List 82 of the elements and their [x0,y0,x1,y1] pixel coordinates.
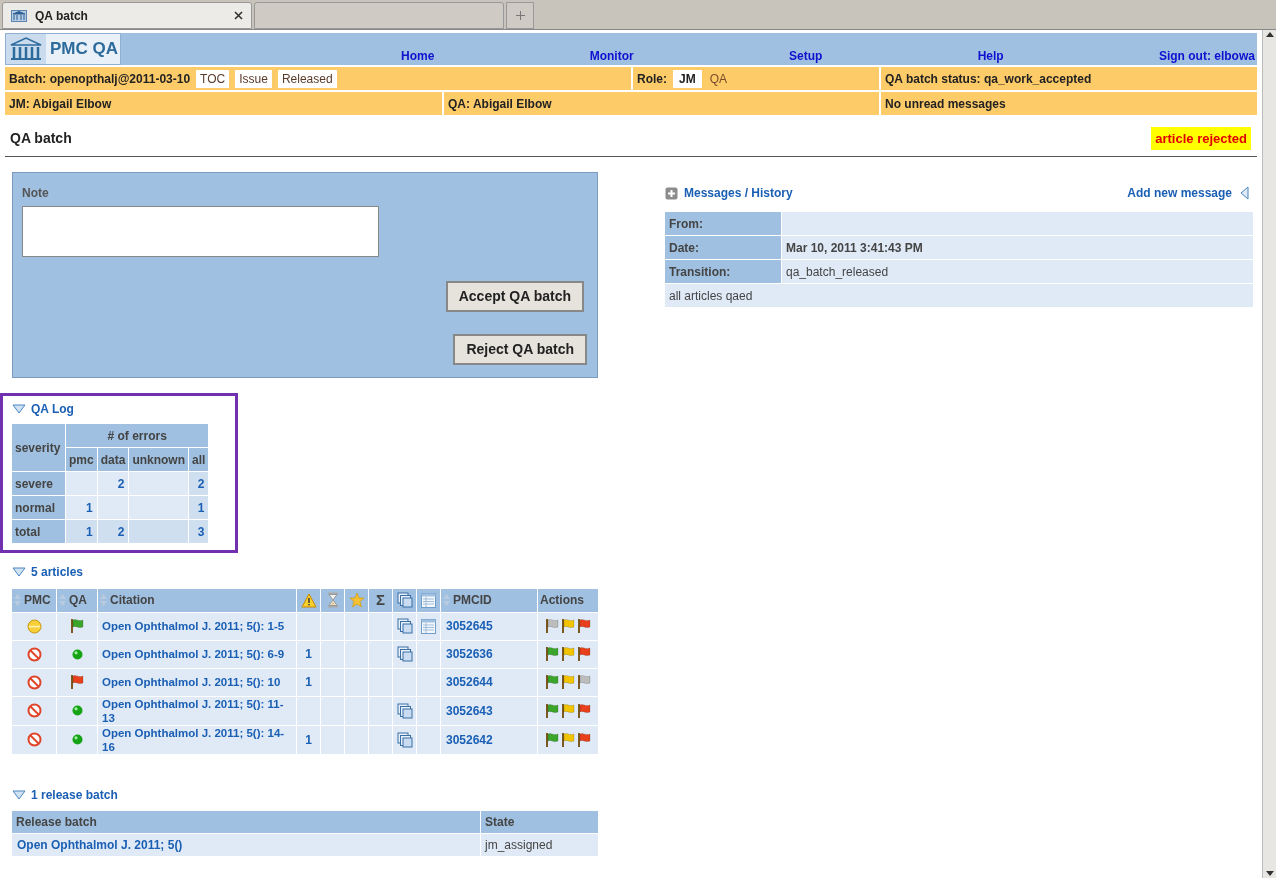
count-link[interactable]: 1 [66,520,97,543]
status-badge: article rejected [1151,126,1251,151]
table-cell: jm_assigned [481,833,598,856]
nav-link[interactable]: Home [401,47,435,65]
tab-title: QA batch [35,7,89,25]
note-field[interactable] [22,206,379,257]
copies-icon [396,618,413,634]
column-header: State [481,810,598,833]
row-label: normal [12,496,65,519]
section-title[interactable]: 1 release batch [31,785,118,804]
role-option[interactable]: JM [673,69,702,88]
browser-tab[interactable]: QA batch [2,2,252,29]
row-label: Date: [665,236,781,259]
browser-tab[interactable] [254,2,504,29]
status-text: QA batch status: qa_work_accepted [885,70,1092,88]
nav-link[interactable]: Help [977,47,1004,65]
count-link[interactable]: 2 [97,472,129,495]
page-title: QA batch [10,129,72,148]
jm-text: JM: Abigail Elbow [9,95,112,113]
section-title[interactable]: Messages / History [684,184,793,202]
table-header: pmc [66,448,97,471]
section-title[interactable]: QA Log [31,400,74,418]
section-title[interactable]: 5 articles [31,563,84,581]
column-label[interactable]: Citation [110,591,155,610]
role-label: Role: [637,70,667,88]
nav-link[interactable]: Setup [788,47,823,65]
column-label: Σ [376,590,385,610]
column-label: Actions [540,592,584,610]
qa-text: QA: Abigail Elbow [448,95,552,113]
hourglass-icon [326,592,339,609]
warning-count: 1 [305,675,312,689]
action-button[interactable]: Reject QA batch [453,334,587,365]
copies-icon [396,702,413,719]
warning-count: 1 [305,732,312,747]
collapse-icon[interactable] [12,567,26,577]
star-icon [348,592,365,609]
collapse-icon[interactable] [12,789,26,800]
action-button[interactable]: Accept QA batch [445,281,584,312]
batch-tag[interactable]: Issue [235,69,272,88]
row-label: severe [12,472,65,495]
count-link[interactable]: 1 [66,496,97,519]
table-header: data [97,448,129,471]
table-icon [421,592,436,608]
copies-icon [396,731,413,748]
new-tab-icon[interactable] [515,11,525,20]
building-icon [9,37,43,61]
column-header: Release batch [12,810,480,833]
message-body: all articles qaed [665,284,1253,307]
count-link[interactable]: 3 [189,520,209,543]
plus-box-icon[interactable] [665,186,678,200]
batch-tag[interactable]: TOC [196,69,230,88]
add-message-link[interactable]: Add new message [1127,184,1232,202]
role-option[interactable]: QA [707,69,729,88]
table-header: all [189,448,209,471]
row-label: Transition: [665,260,781,283]
table-header: unknown [129,448,189,471]
nav-link[interactable]: Sign out: elbowa [1158,47,1255,65]
close-icon[interactable] [234,11,243,20]
warning-count: 1 [305,647,312,661]
copies-icon [396,646,413,662]
field-value: Mar 10, 2011 3:41:43 PM [786,240,923,255]
copies-icon [396,592,413,609]
building-icon [11,9,27,22]
batch-tag[interactable]: Released [277,69,337,88]
count-link[interactable]: 2 [189,472,209,495]
note-label: Note [22,185,50,202]
table-header: severity [12,424,65,471]
row-label: total [12,520,65,543]
table-header: # of errors [66,424,209,447]
triangle-left-icon[interactable] [1240,186,1249,200]
collapse-icon[interactable] [12,404,26,414]
batch-label: Batch: openopthalj@2011-03-10 [9,70,191,88]
warning-icon [300,592,317,608]
field-value: qa_batch_released [786,264,889,279]
scrollbar[interactable] [1262,30,1276,878]
table-icon [421,618,436,634]
nav-link[interactable]: Monitor [589,47,634,65]
row-label: From: [665,212,781,235]
logo-text: PMC QA [49,38,118,61]
count-link[interactable]: 2 [97,520,129,543]
count-link[interactable]: 1 [189,496,209,519]
messages-text: No unread messages [885,95,1006,113]
